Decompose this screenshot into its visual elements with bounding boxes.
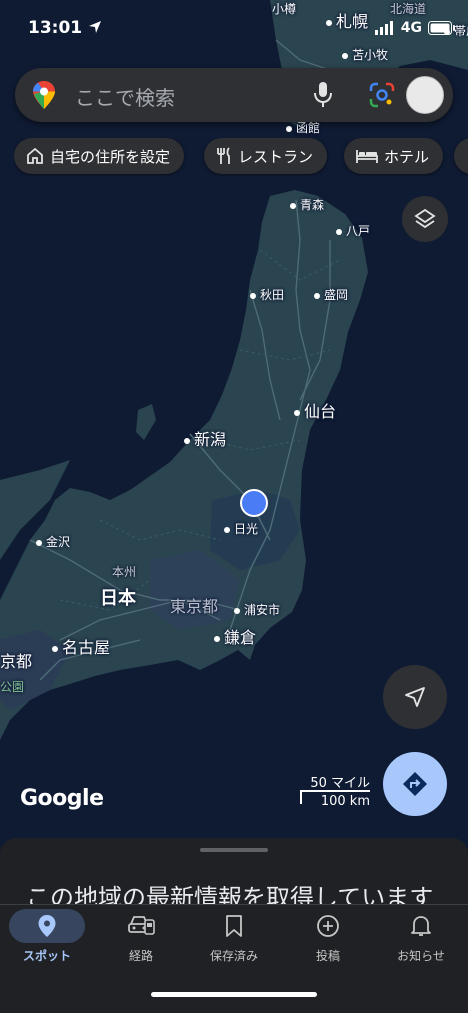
google-lens-icon[interactable] bbox=[369, 82, 395, 108]
nav-label: お知らせ bbox=[397, 949, 445, 963]
location-arrow-icon bbox=[89, 21, 102, 33]
current-location-dot bbox=[240, 489, 268, 517]
city-dot bbox=[184, 437, 190, 444]
microphone-icon[interactable] bbox=[313, 81, 333, 109]
directions-button[interactable] bbox=[383, 752, 447, 816]
status-time: 13:01 bbox=[28, 18, 102, 38]
chip-label: ホテル bbox=[384, 147, 430, 166]
account-avatar[interactable] bbox=[406, 76, 444, 114]
city-dot bbox=[336, 228, 342, 235]
battery-icon bbox=[428, 21, 455, 35]
nav-label: 保存済み bbox=[209, 949, 258, 963]
city-label-hachinohe[interactable]: 八戸 bbox=[336, 222, 370, 239]
city-dot bbox=[234, 607, 240, 614]
city-dot bbox=[290, 202, 296, 209]
city-label-morioka[interactable]: 盛岡 bbox=[314, 286, 348, 303]
city-label-kyoto[interactable]: 京都 bbox=[0, 648, 32, 672]
city-label-nagoya[interactable]: 名古屋 bbox=[52, 634, 110, 658]
city-dot bbox=[294, 409, 300, 416]
scale-tick bbox=[300, 790, 302, 804]
city-label-otaru[interactable]: 小樽 bbox=[272, 0, 296, 17]
city-dot bbox=[214, 635, 220, 642]
city-label-kanazawa[interactable]: 金沢 bbox=[36, 533, 70, 550]
signal-icon bbox=[374, 21, 393, 35]
city-label-aomori[interactable]: 青森 bbox=[290, 196, 324, 213]
region-label-honshu: 本州 bbox=[112, 565, 137, 579]
search-bar[interactable]: ここで検索 bbox=[15, 68, 453, 122]
chip-more[interactable] bbox=[454, 138, 468, 174]
chip-hotels[interactable]: ホテル bbox=[344, 138, 444, 174]
scale-bar bbox=[300, 790, 370, 792]
city-label-kamakura[interactable]: 鎌倉 bbox=[214, 624, 256, 648]
city-dot bbox=[342, 52, 348, 59]
city-label-urayasu[interactable]: 浦安市 bbox=[234, 601, 280, 618]
city-dot bbox=[314, 292, 320, 299]
chip-label: 自宅の住所を設定 bbox=[50, 147, 171, 166]
nav-label: 投稿 bbox=[315, 949, 340, 963]
city-dot bbox=[250, 292, 256, 299]
park-label[interactable]: 公園 bbox=[0, 678, 24, 695]
bookmark-icon bbox=[226, 915, 242, 937]
region-label-tokyo[interactable]: 東京都 bbox=[170, 593, 218, 617]
chip-label: レストラン bbox=[238, 147, 314, 166]
chip-set-home[interactable]: 自宅の住所を設定 bbox=[14, 138, 185, 174]
navigation-arrow-icon bbox=[405, 687, 425, 707]
region-label-hokkaido: 北海道 bbox=[390, 2, 427, 16]
city-dot bbox=[224, 526, 230, 533]
scale-miles: 50 マイル bbox=[310, 776, 370, 791]
car-icon bbox=[128, 916, 155, 935]
city-label-sendai[interactable]: 仙台 bbox=[294, 398, 336, 422]
home-indicator[interactable] bbox=[151, 992, 317, 997]
nav-contribute[interactable]: 投稿 bbox=[281, 909, 375, 969]
nav-updates[interactable]: お知らせ bbox=[374, 909, 468, 969]
city-dot bbox=[36, 539, 42, 546]
country-label-japan: 日本 bbox=[100, 588, 136, 609]
home-icon bbox=[27, 147, 43, 164]
map-scale: 50 マイル 100 km bbox=[300, 772, 376, 812]
google-logo: Google bbox=[20, 786, 104, 811]
google-maps-pin-icon bbox=[33, 81, 55, 109]
search-placeholder[interactable]: ここで検索 bbox=[75, 82, 175, 111]
chip-restaurants[interactable]: レストラン bbox=[204, 138, 328, 174]
city-dot bbox=[286, 125, 292, 132]
status-bar: 13:01 4G bbox=[0, 16, 468, 44]
bell-icon bbox=[411, 916, 431, 936]
nav-label: 経路 bbox=[128, 949, 153, 963]
network-type: 4G bbox=[400, 20, 422, 36]
hotel-bed-icon bbox=[356, 150, 378, 163]
location-pin-icon bbox=[38, 915, 56, 937]
layers-icon bbox=[414, 208, 436, 229]
nav-explore[interactable]: スポット bbox=[0, 909, 94, 969]
city-label-nikko[interactable]: 日光 bbox=[224, 520, 258, 537]
category-chips: 自宅の住所を設定 レストラン ホテル bbox=[14, 138, 468, 176]
add-circle-icon bbox=[317, 915, 339, 937]
nav-label: スポット bbox=[22, 949, 71, 963]
my-location-button[interactable] bbox=[383, 665, 447, 729]
city-label-niigata[interactable]: 新潟 bbox=[184, 426, 226, 450]
status-indicators: 4G bbox=[374, 20, 456, 36]
directions-icon bbox=[403, 772, 427, 796]
nav-commute[interactable]: 経路 bbox=[94, 909, 188, 969]
nav-saved[interactable]: 保存済み bbox=[187, 909, 281, 969]
sheet-drag-handle[interactable] bbox=[200, 848, 268, 852]
restaurant-icon bbox=[217, 147, 230, 164]
city-label-tomakomai[interactable]: 苫小牧 bbox=[342, 46, 388, 63]
scale-km: 100 km bbox=[320, 794, 370, 809]
city-label-akita[interactable]: 秋田 bbox=[250, 286, 284, 303]
city-dot bbox=[52, 645, 58, 652]
layers-button[interactable] bbox=[402, 196, 448, 242]
